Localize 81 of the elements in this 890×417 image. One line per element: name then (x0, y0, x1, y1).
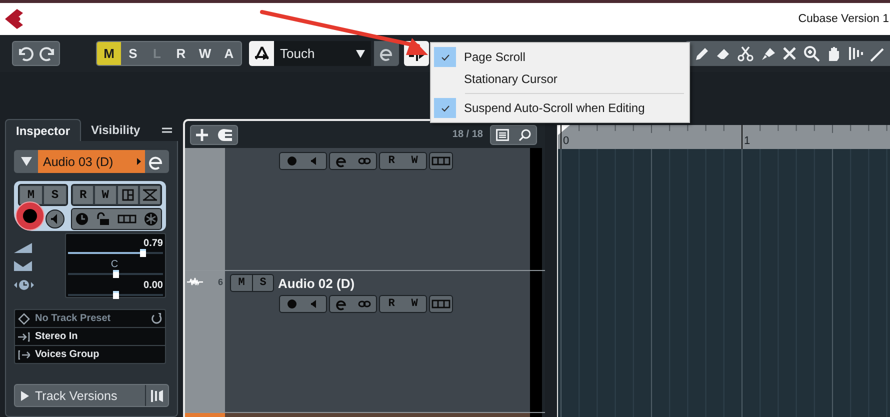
menu-item[interactable]: Suspend Auto-Scroll when Editing (464, 101, 645, 115)
check-icon (440, 54, 450, 60)
fader-handle[interactable] (112, 270, 118, 278)
menu-icon[interactable] (162, 127, 172, 136)
record-icon[interactable] (284, 154, 298, 168)
track-name[interactable]: Audio 02 (D) (278, 276, 355, 290)
pan-reading: C (110, 259, 120, 271)
global-toggle-button[interactable]: S (121, 42, 145, 65)
window-icon (122, 189, 134, 201)
lanes-icon[interactable] (116, 212, 137, 226)
bar-number: 0 (563, 135, 570, 147)
check-icon (440, 104, 450, 112)
monitor-button[interactable] (45, 209, 65, 229)
waveform-icon (187, 277, 205, 287)
ruler-start-marker-icon (558, 125, 570, 135)
bar-number: 1 (744, 135, 750, 147)
track-name-field[interactable]: Audio 03 (D) (38, 150, 145, 173)
clock-icon[interactable] (75, 212, 90, 226)
glue-icon[interactable] (759, 45, 776, 62)
write-button[interactable]: W (411, 298, 418, 310)
fader-handle[interactable] (112, 291, 118, 299)
freeze-icon[interactable] (144, 212, 158, 226)
pencil-icon[interactable] (693, 45, 710, 62)
global-toggle-button[interactable]: M (97, 42, 121, 65)
lanes-icon[interactable] (431, 297, 451, 311)
volume-ramp-icon (14, 243, 32, 253)
write-button[interactable]: W (411, 155, 418, 167)
input-routing[interactable]: Stereo In (35, 331, 78, 342)
app-logo-icon (3, 8, 25, 30)
delay-icon (14, 279, 34, 291)
panel-tab[interactable]: Visibility (81, 119, 150, 141)
mute-button[interactable]: M (231, 275, 252, 291)
caret-icon (356, 50, 365, 58)
solo-button[interactable]: S (44, 186, 66, 204)
track-number: 6 (218, 277, 223, 287)
bars-icon[interactable] (847, 45, 864, 62)
caret-icon (137, 158, 141, 165)
timebase-button[interactable] (140, 186, 160, 204)
expand-triangle-icon[interactable] (20, 157, 32, 166)
window-title: Cubase Version 1 (798, 13, 889, 25)
record-button[interactable] (15, 201, 45, 231)
pan-icon (14, 261, 32, 271)
automation-icon (252, 44, 270, 62)
automation-mode-dropdown[interactable]: Touch (274, 41, 371, 66)
expand-triangle-icon (21, 390, 29, 400)
add-track-icon[interactable] (196, 128, 208, 140)
record-icon[interactable] (284, 297, 298, 311)
redo-icon (38, 44, 56, 62)
fader-handle[interactable] (140, 249, 146, 257)
read-button[interactable]: R (388, 155, 395, 167)
zoom-icon[interactable] (803, 45, 820, 62)
input-icon (18, 332, 30, 342)
cross-icon[interactable] (781, 45, 798, 62)
lock-icon[interactable] (96, 212, 110, 226)
read-button[interactable]: R (388, 298, 395, 310)
scissors-icon[interactable] (737, 45, 754, 62)
track-presets-icon[interactable] (218, 128, 232, 140)
preset-icon (18, 312, 30, 324)
panel-tab[interactable]: Inspector (5, 119, 82, 141)
global-toggle-button[interactable]: W (193, 42, 217, 65)
track-count: 18 / 18 (452, 129, 483, 140)
folder-button[interactable] (118, 186, 138, 204)
versions-icon[interactable] (150, 388, 164, 402)
reset-icon[interactable] (151, 313, 162, 324)
global-toggle-button[interactable]: A (217, 42, 241, 65)
hourglass-icon (142, 189, 158, 201)
solo-button[interactable]: S (252, 275, 273, 291)
global-toggle-button[interactable]: R (169, 42, 193, 65)
volume-reading: 0.79 (142, 238, 164, 250)
list-icon[interactable] (496, 128, 509, 140)
output-routing[interactable]: Voices Group (35, 349, 100, 360)
delay-reading: 0.00 (142, 280, 164, 292)
output-icon (18, 350, 30, 360)
search-icon[interactable] (519, 128, 531, 140)
read-button[interactable]: R (73, 186, 94, 204)
lanes-icon[interactable] (431, 154, 451, 168)
track-preset-field[interactable]: No Track Preset (35, 313, 146, 324)
menu-item[interactable]: Stationary Cursor (464, 72, 558, 86)
mute-button[interactable]: M (20, 186, 42, 204)
write-button[interactable]: W (95, 186, 116, 204)
menu-item[interactable]: Page Scroll (464, 50, 526, 64)
